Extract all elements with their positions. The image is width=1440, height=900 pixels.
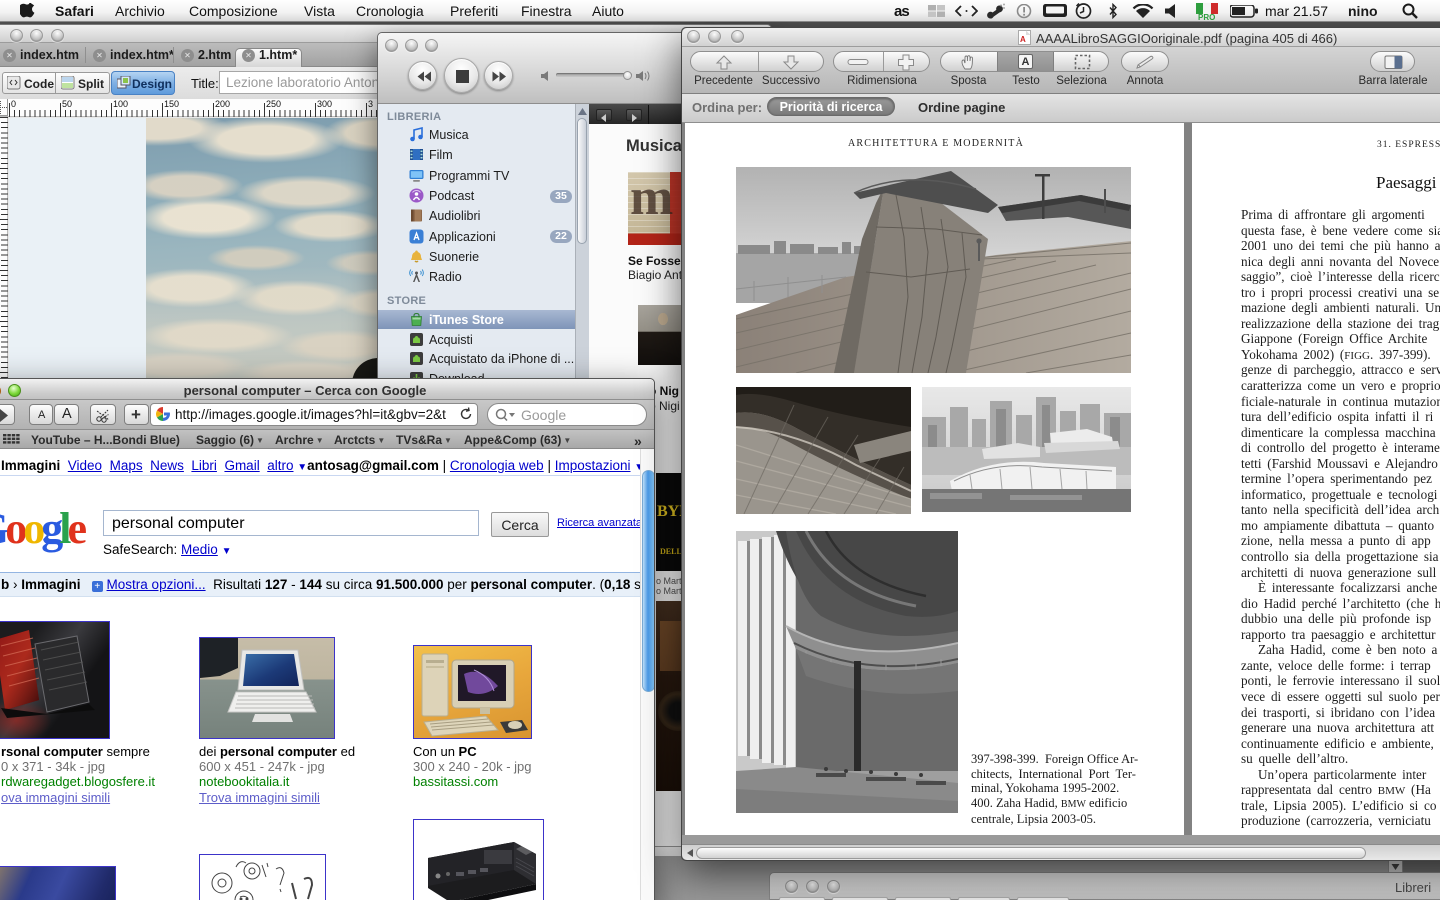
svg-text:A: A	[1020, 35, 1026, 44]
